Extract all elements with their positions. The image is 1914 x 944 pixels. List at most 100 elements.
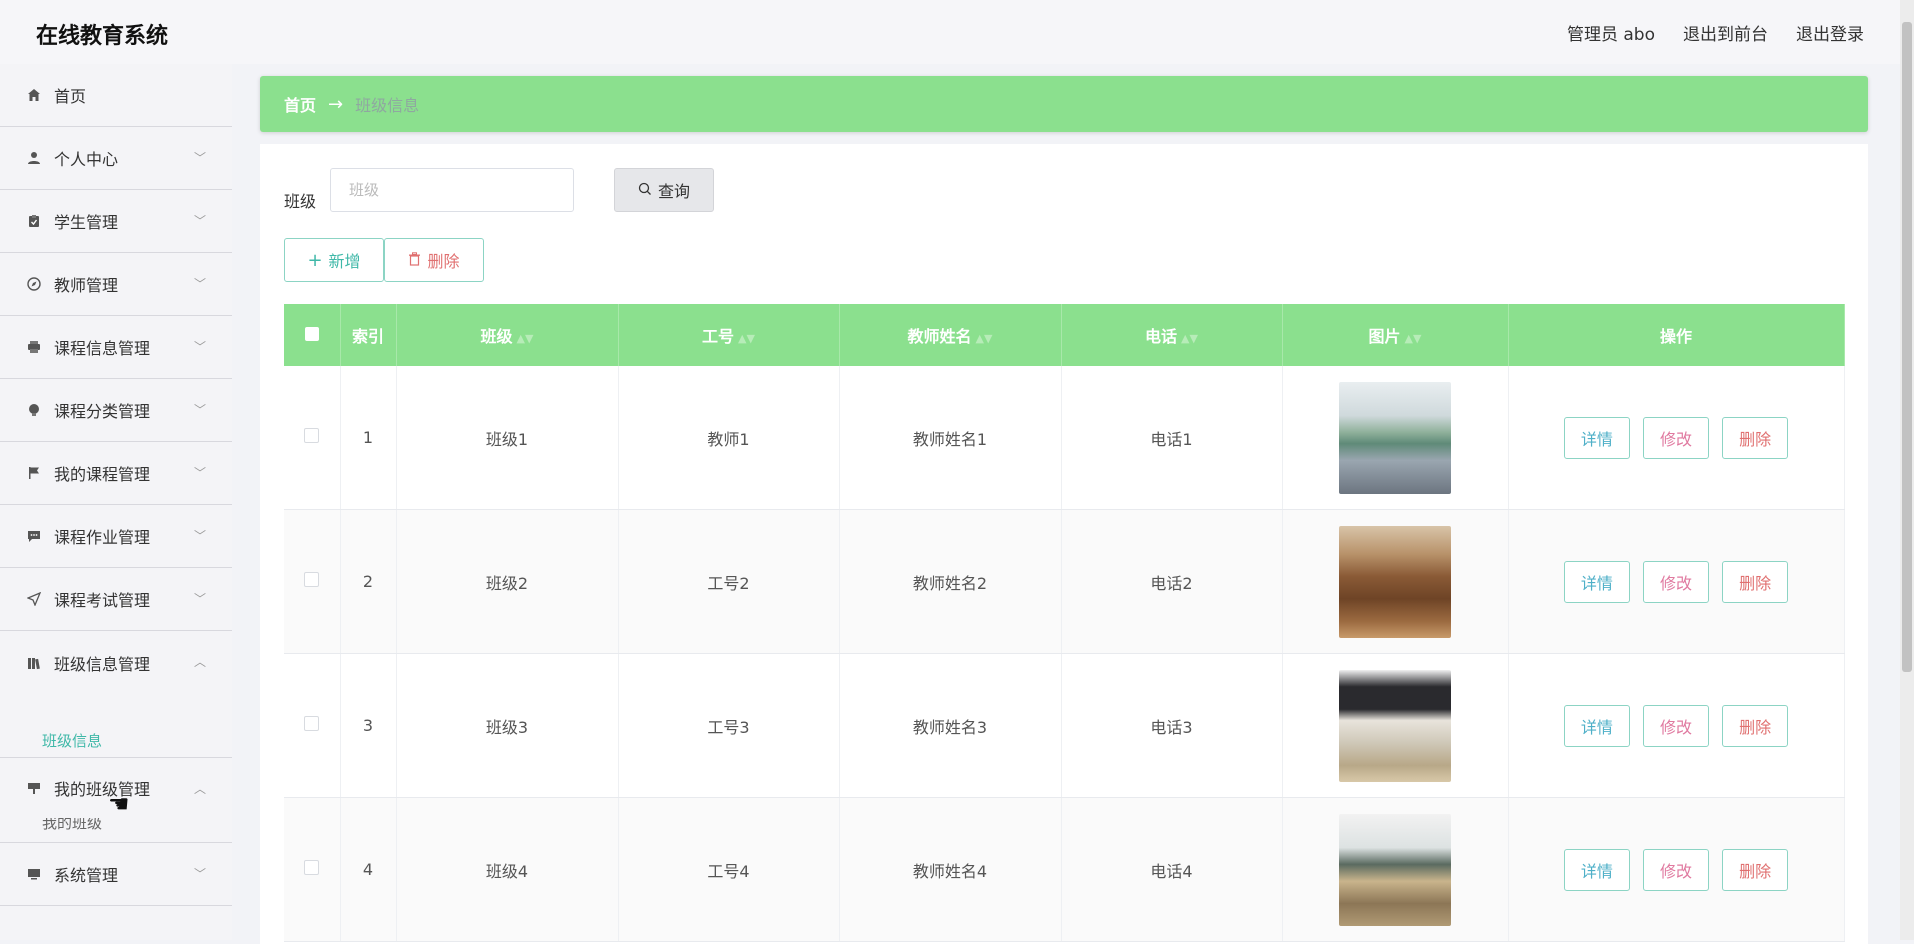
top-bar: 在线教育系统 管理员 abo 退出到前台 退出登录 <box>0 0 1914 64</box>
sort-icon[interactable]: ▲▼ <box>1181 332 1198 345</box>
remove-button[interactable]: 删除 <box>1722 560 1789 603</box>
remove-button[interactable]: 删除 <box>1722 704 1789 747</box>
sidebar-item-course-category[interactable]: 课程分类管理 ﹀ <box>0 379 232 442</box>
class-table: 索引 班级 ▲▼ 工号 ▲▼ 教师姓名 ▲▼ 电话 ▲▼ 图片 ▲▼ 操作 1 班级1 教… <box>284 304 1845 942</box>
batch-delete-button[interactable]: 删除 <box>384 238 484 282</box>
breadcrumb-home[interactable]: 首页 <box>284 92 316 116</box>
sort-icon[interactable]: ▲▼ <box>738 332 755 345</box>
header-id[interactable]: 工号 ▲▼ <box>618 304 840 366</box>
user-icon <box>26 150 42 166</box>
chevron-down-icon: ﹀ <box>193 529 206 543</box>
breadcrumb: 首页 → 班级信息 <box>260 76 1868 132</box>
sidebar-item-students[interactable]: 学生管理 ﹀ <box>0 190 232 253</box>
select-all-checkbox[interactable] <box>304 326 319 341</box>
sidebar-subitem-class-info[interactable]: 班级信息 <box>42 730 102 751</box>
sidebar-item-label: 教师管理 <box>54 276 119 295</box>
page-scrollbar[interactable] <box>1900 0 1914 940</box>
delete-button-label: 删除 <box>427 252 460 271</box>
sidebar-submenu-class-info: 班级信息 <box>0 694 232 758</box>
table-row: 4 班级4 工号4 教师姓名4 电话4 详情 修改 删除 <box>284 797 1845 942</box>
current-user-label[interactable]: 管理员 abo <box>1567 20 1655 45</box>
row-checkbox[interactable] <box>304 428 320 443</box>
row-checkbox[interactable] <box>304 572 320 587</box>
classroom-image[interactable] <box>1339 525 1451 638</box>
cell-class: 班级3 <box>396 653 619 798</box>
hand-cursor-icon: ☚ <box>108 790 130 818</box>
sidebar-item-label: 首页 <box>54 87 87 106</box>
sort-icon[interactable]: ▲▼ <box>976 332 993 345</box>
sidebar-item-system[interactable]: 系统管理 ﹀ <box>0 843 232 906</box>
sidebar-item-course-info[interactable]: 课程信息管理 ﹀ <box>0 316 232 379</box>
header-index: 索引 <box>340 304 397 366</box>
send-icon <box>26 591 42 607</box>
sort-icon[interactable]: ▲▼ <box>1405 332 1422 345</box>
table-row: 2 班级2 工号2 教师姓名2 电话2 详情 修改 删除 <box>284 509 1845 654</box>
sidebar-item-homework[interactable]: 课程作业管理 ﹀ <box>0 505 232 568</box>
cell-id: 工号3 <box>618 653 840 798</box>
chevron-down-icon: ﹀ <box>193 340 206 354</box>
cell-id: 教师1 <box>618 366 840 510</box>
cell-class: 班级2 <box>396 509 619 654</box>
header-image[interactable]: 图片 ▲▼ <box>1282 304 1509 366</box>
add-button[interactable]: + 新增 <box>284 238 384 282</box>
sort-icon[interactable]: ▲▼ <box>517 332 534 345</box>
detail-button[interactable]: 详情 <box>1563 416 1630 459</box>
edit-button[interactable]: 修改 <box>1643 560 1709 603</box>
sidebar-item-home[interactable]: 首页 <box>0 64 232 127</box>
book-icon <box>26 655 42 671</box>
chevron-down-icon: ﹀ <box>193 592 206 606</box>
sidebar-item-exams[interactable]: 课程考试管理 ﹀ <box>0 568 232 631</box>
remove-button[interactable]: 删除 <box>1722 416 1789 459</box>
detail-button[interactable]: 详情 <box>1563 560 1630 603</box>
sidebar-subitem-my-class[interactable]: 我的班级 <box>42 818 102 833</box>
query-button[interactable]: 查询 <box>614 168 714 212</box>
cell-index: 3 <box>340 653 397 798</box>
row-checkbox[interactable] <box>304 716 320 731</box>
chevron-up-icon: ︿ <box>193 782 206 796</box>
header-actions: 操作 <box>1508 304 1845 366</box>
trash-icon <box>408 251 421 270</box>
sidebar-item-class-info[interactable]: 班级信息管理 ︿ <box>0 631 232 694</box>
cell-index: 4 <box>340 797 397 942</box>
compass-icon <box>26 276 42 292</box>
detail-button[interactable]: 详情 <box>1563 848 1630 891</box>
sidebar-item-label: 班级信息管理 <box>54 654 151 674</box>
clipboard-icon <box>26 213 42 229</box>
sidebar-item-label: 课程信息管理 <box>54 339 151 358</box>
printer-icon <box>26 339 42 355</box>
edit-button[interactable]: 修改 <box>1643 416 1709 459</box>
add-button-label: 新增 <box>328 252 361 271</box>
detail-button[interactable]: 详情 <box>1563 704 1630 747</box>
select-all-cell[interactable] <box>284 304 341 366</box>
sidebar-item-teachers[interactable]: 教师管理 ﹀ <box>0 253 232 316</box>
table-row: 1 班级1 教师1 教师姓名1 电话1 详情 修改 删除 <box>284 366 1845 510</box>
class-search-input[interactable] <box>330 168 574 212</box>
edit-button[interactable]: 修改 <box>1643 704 1709 747</box>
header-phone[interactable]: 电话 ▲▼ <box>1061 304 1283 366</box>
flag-icon <box>26 465 42 481</box>
cell-phone: 电话3 <box>1061 653 1283 798</box>
chevron-down-icon: ﹀ <box>193 277 206 291</box>
app-title: 在线教育系统 <box>36 24 169 49</box>
sidebar-item-my-courses[interactable]: 我的课程管理 ﹀ <box>0 442 232 505</box>
header-teacher-name[interactable]: 教师姓名 ▲▼ <box>839 304 1062 366</box>
classroom-image[interactable] <box>1339 669 1451 782</box>
logout-link[interactable]: 退出登录 <box>1796 20 1864 45</box>
classroom-image[interactable] <box>1339 381 1451 494</box>
sidebar-item-label: 课程作业管理 <box>54 528 151 547</box>
edit-button[interactable]: 修改 <box>1643 848 1709 891</box>
remove-button[interactable]: 删除 <box>1722 848 1789 891</box>
cell-index: 1 <box>340 366 397 510</box>
cell-id: 工号2 <box>618 509 840 654</box>
cell-id: 工号4 <box>618 797 840 942</box>
row-checkbox[interactable] <box>304 860 320 875</box>
sidebar-item-label: 学生管理 <box>54 213 119 232</box>
sidebar-item-personal-center[interactable]: 个人中心 ﹀ <box>0 127 232 190</box>
monitor-icon <box>26 866 42 882</box>
cell-phone: 电话1 <box>1061 366 1283 510</box>
classroom-image[interactable] <box>1339 813 1451 926</box>
header-class[interactable]: 班级 ▲▼ <box>396 304 619 366</box>
sidebar-item-label: 系统管理 <box>54 866 119 885</box>
scrollbar-thumb[interactable] <box>1902 22 1912 672</box>
exit-to-front-link[interactable]: 退出到前台 <box>1683 20 1768 45</box>
